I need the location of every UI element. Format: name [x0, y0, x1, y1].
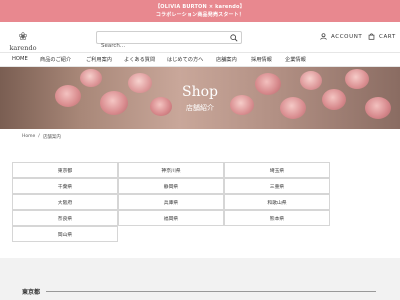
region-button-okayama[interactable]: 岡山県: [12, 226, 118, 242]
section-divider: [46, 291, 376, 292]
nav-item-guide[interactable]: ご利用案内: [86, 56, 112, 63]
logo-text: karendo: [9, 44, 37, 52]
breadcrumb: Home / 店舗案内: [22, 134, 61, 140]
search-input[interactable]: [97, 40, 217, 52]
nav-item-shops[interactable]: 店舗案内: [216, 56, 237, 63]
region-button-kumamoto[interactable]: 熊本県: [224, 210, 330, 226]
announcement-line-2[interactable]: コラボレーション商品発売スタート！: [156, 11, 244, 19]
region-button-nara[interactable]: 奈良県: [12, 210, 118, 226]
region-button-saitama[interactable]: 埼玉県: [224, 162, 330, 178]
region-button-wakayama[interactable]: 和歌山県: [224, 194, 330, 210]
cart-label: CART: [379, 33, 396, 40]
region-button-kanagawa[interactable]: 神奈川県: [118, 162, 224, 178]
region-button-tokyo[interactable]: 東京都: [12, 162, 118, 178]
hero-banner: Shop 店舗紹介: [0, 67, 400, 129]
region-button-fukuoka[interactable]: 福岡県: [118, 210, 224, 226]
breadcrumb-home[interactable]: Home: [22, 134, 35, 140]
account-label: ACCOUNT: [331, 33, 363, 40]
region-button-shizuoka[interactable]: 静岡県: [118, 178, 224, 194]
announcement-line-1[interactable]: 【OLIVIA BURTON × karendo】: [155, 3, 245, 11]
region-button-mie[interactable]: 三重県: [224, 178, 330, 194]
nav-item-company[interactable]: 企業情報: [285, 56, 306, 63]
section-title: 東京都: [22, 289, 41, 296]
logo-rose-icon: ❀: [18, 30, 28, 43]
user-icon: [320, 33, 327, 40]
breadcrumb-separator: /: [38, 134, 40, 139]
shop-list-section: [0, 258, 400, 300]
nav-item-products[interactable]: 商品のご紹介: [40, 56, 71, 63]
search-box: [96, 31, 242, 52]
hero-subtitle: 店舗紹介: [186, 104, 214, 112]
hero-title: Shop: [182, 84, 218, 100]
logo[interactable]: ❀ karendo: [8, 25, 38, 53]
region-button-osaka[interactable]: 大阪府: [12, 194, 118, 210]
site-header: ❀ karendo ACCOUNT CART: [0, 22, 400, 52]
nav-item-recruit[interactable]: 採用情報: [251, 56, 272, 63]
breadcrumb-current: 店舗案内: [42, 135, 61, 140]
nav-item-faq[interactable]: よくある質問: [124, 56, 155, 63]
account-link[interactable]: ACCOUNT: [320, 33, 362, 40]
nav-item-first-time[interactable]: はじめての方へ: [167, 56, 203, 63]
announcement-bar[interactable]: 【OLIVIA BURTON × karendo】 コラボレーション商品発売スタ…: [0, 0, 400, 22]
cart-link[interactable]: CART: [368, 33, 396, 40]
region-button-hyogo[interactable]: 兵庫県: [118, 194, 224, 210]
search-icon[interactable]: [230, 34, 238, 42]
cart-icon: [368, 33, 375, 40]
main-nav: HOME 商品のご紹介 ご利用案内 よくある質問 はじめての方へ 店舗案内 採用…: [0, 52, 400, 67]
nav-item-home[interactable]: HOME: [12, 56, 28, 62]
region-button-chiba[interactable]: 千葉県: [12, 178, 118, 194]
